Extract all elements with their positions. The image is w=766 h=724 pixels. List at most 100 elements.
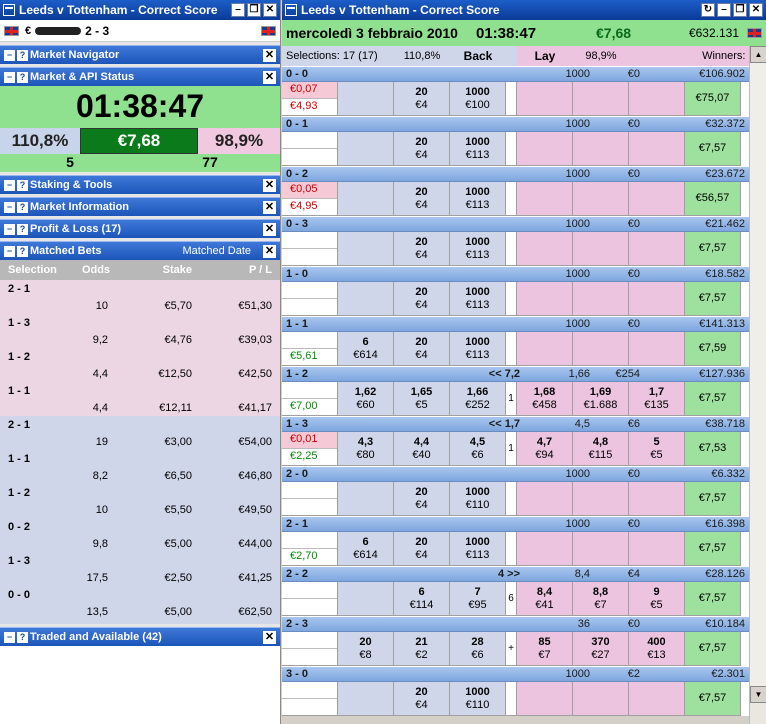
runner-header[interactable]: 1 - 2 << 7,2 1,66 €254 €127.936: [282, 366, 749, 382]
back-price-cell[interactable]: 20 €4: [394, 482, 450, 516]
help-icon[interactable]: ?: [17, 71, 28, 83]
vertical-scrollbar[interactable]: ▲ ▼: [749, 46, 766, 724]
back-price-cell[interactable]: 6 €614: [338, 532, 394, 566]
close-icon[interactable]: ✕: [749, 3, 763, 17]
profit-loss-header[interactable]: −? Profit & Loss (17) ✕: [0, 219, 280, 238]
lay-price-cell[interactable]: [629, 532, 685, 566]
minimize-icon[interactable]: –: [717, 3, 731, 17]
lay-price-cell[interactable]: [573, 282, 629, 316]
refresh-icon[interactable]: ↻: [701, 3, 715, 17]
col-pl[interactable]: P / L: [192, 264, 272, 276]
back-price-cell[interactable]: 1000 €113: [450, 332, 506, 366]
back-price-cell[interactable]: 1,66 €252: [450, 382, 506, 416]
matched-bet[interactable]: 1 - 1 4,4 €12,11 €41,17: [0, 382, 280, 416]
lay-price-cell[interactable]: 1,68 €458: [517, 382, 573, 416]
matched-bet[interactable]: 1 - 3 9,2 €4,76 €39,03: [0, 314, 280, 348]
collapse-icon[interactable]: −: [4, 71, 15, 83]
lay-price-cell[interactable]: [629, 682, 685, 716]
lay-price-cell[interactable]: [573, 182, 629, 216]
back-price-cell[interactable]: 1000 €113: [450, 132, 506, 166]
close-icon[interactable]: ✕: [263, 178, 276, 192]
back-price-cell[interactable]: 20 €4: [394, 132, 450, 166]
help-icon[interactable]: ?: [17, 179, 28, 191]
scroll-track[interactable]: [750, 63, 766, 686]
lay-price-cell[interactable]: [573, 82, 629, 116]
lay-price-cell[interactable]: [629, 282, 685, 316]
matched-bet[interactable]: 0 - 0 13,5 €5,00 €62,50: [0, 586, 280, 620]
back-price-cell[interactable]: 20 €8: [338, 632, 394, 666]
lay-price-cell[interactable]: [629, 182, 685, 216]
back-price-cell[interactable]: 1,62 €60: [338, 382, 394, 416]
close-icon[interactable]: ✕: [263, 244, 276, 258]
matched-bets-header[interactable]: −? Matched Bets Matched Date ✕: [0, 241, 280, 260]
back-price-cell[interactable]: 20 €4: [394, 182, 450, 216]
runner-header[interactable]: 2 - 3 36 €0 €10.184: [282, 616, 749, 632]
back-price-cell[interactable]: 6 €614: [338, 332, 394, 366]
runner-header[interactable]: 2 - 1 1000 €0 €16.398: [282, 516, 749, 532]
runner-header[interactable]: 1 - 1 1000 €0 €141.313: [282, 316, 749, 332]
col-stake[interactable]: Stake: [120, 264, 192, 276]
close-icon[interactable]: ✕: [263, 222, 276, 236]
back-price-cell[interactable]: 20 €4: [394, 282, 450, 316]
lay-price-cell[interactable]: [629, 332, 685, 366]
restore-icon[interactable]: ❐: [733, 3, 747, 17]
lay-price-cell[interactable]: 1,7 €135: [629, 382, 685, 416]
runner-header[interactable]: 0 - 3 1000 €0 €21.462: [282, 216, 749, 232]
runner-header[interactable]: 0 - 0 1000 €0 €106.902: [282, 66, 749, 82]
staking-tools-header[interactable]: −? Staking & Tools ✕: [0, 175, 280, 194]
lay-price-cell[interactable]: 4,7 €94: [517, 432, 573, 466]
lay-price-cell[interactable]: 400 €13: [629, 632, 685, 666]
matched-sort-label[interactable]: Matched Date: [183, 245, 251, 257]
back-price-cell[interactable]: 1000 €113: [450, 532, 506, 566]
back-price-cell[interactable]: 20 €4: [394, 682, 450, 716]
market-status-header[interactable]: −? Market & API Status ✕: [0, 67, 280, 86]
lay-price-cell[interactable]: [573, 132, 629, 166]
lay-price-cell[interactable]: [573, 232, 629, 266]
back-price-cell[interactable]: 21 €2: [394, 632, 450, 666]
collapse-icon[interactable]: −: [4, 179, 15, 191]
collapse-icon[interactable]: −: [4, 201, 15, 213]
back-price-cell[interactable]: 1000 €113: [450, 282, 506, 316]
matched-bet[interactable]: 2 - 1 10 €5,70 €51,30: [0, 280, 280, 314]
back-price-cell[interactable]: 4,4 €40: [394, 432, 450, 466]
lay-price-cell[interactable]: 370 €27: [573, 632, 629, 666]
collapse-icon[interactable]: −: [4, 631, 15, 643]
restore-icon[interactable]: ❐: [247, 3, 261, 17]
back-price-cell[interactable]: 1000 €110: [450, 682, 506, 716]
minimize-icon[interactable]: –: [231, 3, 245, 17]
lay-price-cell[interactable]: [573, 532, 629, 566]
lay-price-cell[interactable]: [517, 282, 573, 316]
matched-bet[interactable]: 1 - 2 4,4 €12,50 €42,50: [0, 348, 280, 382]
lay-price-cell[interactable]: [517, 482, 573, 516]
back-price-cell[interactable]: 1000 €113: [450, 232, 506, 266]
matched-bet[interactable]: 1 - 1 8,2 €6,50 €46,80: [0, 450, 280, 484]
back-price-cell[interactable]: 1000 €110: [450, 482, 506, 516]
matched-bet[interactable]: 2 - 1 19 €3,00 €54,00: [0, 416, 280, 450]
lay-price-cell[interactable]: [517, 332, 573, 366]
lay-price-cell[interactable]: [517, 682, 573, 716]
lay-price-cell[interactable]: [517, 232, 573, 266]
lay-price-cell[interactable]: 85 €7: [517, 632, 573, 666]
close-icon[interactable]: ✕: [263, 3, 277, 17]
scroll-down-icon[interactable]: ▼: [750, 686, 766, 703]
close-icon[interactable]: ✕: [263, 630, 276, 644]
runner-header[interactable]: 0 - 1 1000 €0 €32.372: [282, 116, 749, 132]
close-icon[interactable]: ✕: [263, 70, 276, 84]
lay-price-cell[interactable]: [629, 82, 685, 116]
collapse-icon[interactable]: −: [4, 223, 15, 235]
back-price-cell[interactable]: 20 €4: [394, 232, 450, 266]
traded-available-header[interactable]: −? Traded and Available (42) ✕: [0, 627, 280, 646]
lay-price-cell[interactable]: [573, 482, 629, 516]
help-icon[interactable]: ?: [17, 223, 28, 235]
matched-bet[interactable]: 1 - 2 10 €5,50 €49,50: [0, 484, 280, 518]
runner-header[interactable]: 2 - 2 4 >> 8,4 €4 €28.126: [282, 566, 749, 582]
help-icon[interactable]: ?: [17, 245, 28, 257]
back-price-cell[interactable]: 20 €4: [394, 532, 450, 566]
back-price-cell[interactable]: 1000 €113: [450, 182, 506, 216]
lay-price-cell[interactable]: [573, 332, 629, 366]
lay-price-cell[interactable]: [629, 132, 685, 166]
lay-price-cell[interactable]: 8,8 €7: [573, 582, 629, 616]
runner-header[interactable]: 1 - 3 << 1,7 4,5 €6 €38.718: [282, 416, 749, 432]
runner-header[interactable]: 0 - 2 1000 €0 €23.672: [282, 166, 749, 182]
runner-header[interactable]: 1 - 0 1000 €0 €18.582: [282, 266, 749, 282]
